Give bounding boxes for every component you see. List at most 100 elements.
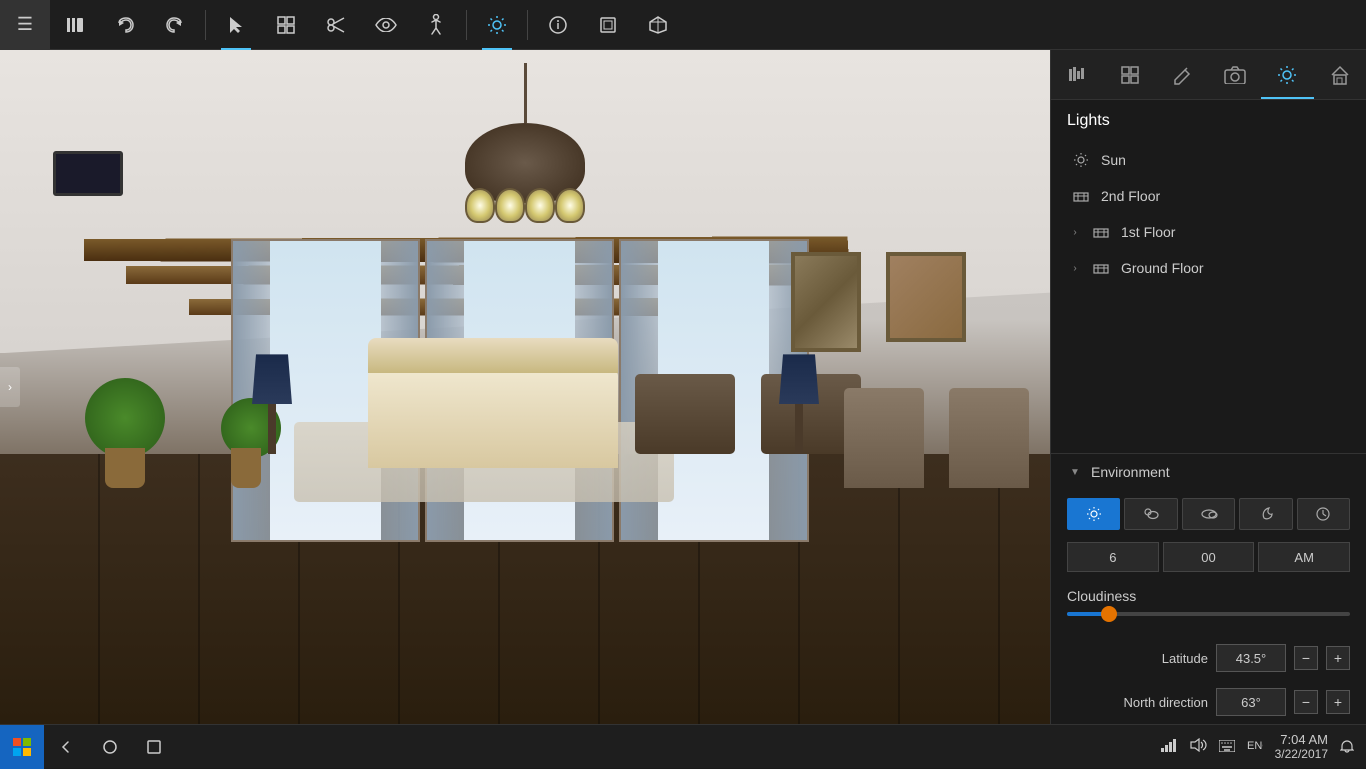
- side-expand-arrow[interactable]: ›: [0, 367, 20, 407]
- scissor-icon[interactable]: [311, 0, 361, 50]
- partly-cloudy-btn[interactable]: [1124, 498, 1177, 530]
- home-taskbar-icon[interactable]: [88, 725, 132, 769]
- objects-icon[interactable]: [261, 0, 311, 50]
- volume-taskbar-icon[interactable]: [1189, 738, 1207, 755]
- sofa-back: [368, 338, 618, 373]
- light-item-1st-floor[interactable]: › 1st Floor: [1051, 214, 1366, 250]
- plant-pot-1: [105, 448, 145, 488]
- floor-light-icon-1: [1091, 222, 1111, 242]
- lamp-shade-1: [252, 354, 292, 404]
- time-minute-input[interactable]: 00: [1163, 542, 1255, 572]
- chandelier-bulb-1: [465, 188, 495, 223]
- environment-header[interactable]: ▼ Environment: [1051, 454, 1366, 490]
- cloudiness-thumb[interactable]: [1101, 606, 1117, 622]
- time-hour-value: 6: [1109, 550, 1116, 565]
- cloudiness-section: Cloudiness: [1051, 576, 1366, 636]
- day-btn[interactable]: [1067, 498, 1120, 530]
- keyboard-taskbar-icon[interactable]: [1219, 739, 1235, 755]
- right-panel: Lights Sun: [1050, 50, 1366, 724]
- viewport[interactable]: ›: [0, 50, 1050, 724]
- clock-btn[interactable]: [1297, 498, 1350, 530]
- environment-title: Environment: [1091, 464, 1170, 480]
- svg-text:ENG: ENG: [1247, 740, 1263, 752]
- latitude-input[interactable]: 43.5°: [1216, 644, 1286, 672]
- tab-lights[interactable]: [1261, 50, 1314, 99]
- light-item-sun[interactable]: Sun: [1051, 142, 1366, 178]
- taskbar-time: 7:04 AM 3/22/2017: [1275, 732, 1328, 761]
- tab-edit[interactable]: [1156, 50, 1209, 99]
- chandelier-bulb-3: [525, 188, 555, 223]
- eye-icon[interactable]: [361, 0, 411, 50]
- plant-leaves-1: [85, 378, 165, 458]
- panel-tabs: [1051, 50, 1366, 100]
- cube-icon[interactable]: [633, 0, 683, 50]
- walk-icon[interactable]: [411, 0, 461, 50]
- night-btn[interactable]: [1239, 498, 1292, 530]
- latitude-label: Latitude: [1067, 651, 1208, 666]
- lamp-2: [779, 354, 819, 454]
- painting-2: [886, 252, 966, 342]
- time-hour-input[interactable]: 6: [1067, 542, 1159, 572]
- plant-1: [105, 378, 165, 488]
- network-taskbar-icon[interactable]: [1161, 738, 1177, 755]
- floor-light-icon-ground: [1091, 258, 1111, 278]
- light-item-2nd-label: 2nd Floor: [1101, 188, 1160, 204]
- time-ampm-input[interactable]: AM: [1258, 542, 1350, 572]
- tab-settings[interactable]: [1051, 50, 1104, 99]
- date-display: 3/22/2017: [1275, 747, 1328, 761]
- cloudiness-label: Cloudiness: [1067, 588, 1350, 604]
- north-decrease-btn[interactable]: −: [1294, 690, 1318, 714]
- lamp-base-1: [268, 404, 276, 454]
- dining-chair-1: [949, 388, 1029, 488]
- lights-section: Lights Sun: [1051, 100, 1366, 286]
- latitude-increase-btn[interactable]: +: [1326, 646, 1350, 670]
- library-icon[interactable]: [50, 0, 100, 50]
- multitask-taskbar-icon[interactable]: [132, 725, 176, 769]
- notification-icon[interactable]: [1340, 740, 1354, 754]
- chandelier-body: [465, 123, 585, 203]
- time-display: 7:04 AM: [1275, 732, 1328, 747]
- menu-icon[interactable]: ☰: [0, 0, 50, 50]
- north-increase-btn[interactable]: +: [1326, 690, 1350, 714]
- light-item-ground-label: Ground Floor: [1121, 260, 1203, 276]
- back-taskbar-icon[interactable]: [44, 725, 88, 769]
- tab-camera[interactable]: [1209, 50, 1262, 99]
- lamp-shade-2: [779, 354, 819, 404]
- taskbar: ENG 7:04 AM 3/22/2017: [0, 724, 1366, 768]
- north-direction-input[interactable]: 63°: [1216, 688, 1286, 716]
- environment-section: ▼ Environment: [1051, 453, 1366, 724]
- expand-arrow-ground: ›: [1067, 260, 1083, 276]
- tab-floor[interactable]: [1104, 50, 1157, 99]
- tab-home[interactable]: [1314, 50, 1366, 99]
- latitude-row: Latitude 43.5° − +: [1051, 636, 1366, 680]
- dining-chair-2: [844, 388, 924, 488]
- light-item-sun-label: Sun: [1101, 152, 1126, 168]
- frame-icon[interactable]: [583, 0, 633, 50]
- start-button[interactable]: [0, 725, 44, 769]
- time-preset-buttons: [1051, 490, 1366, 538]
- light-item-2nd-floor[interactable]: 2nd Floor: [1051, 178, 1366, 214]
- chandelier-rod: [524, 63, 527, 123]
- undo-icon[interactable]: [100, 0, 150, 50]
- chandelier-bulb-2: [495, 188, 525, 223]
- time-inputs: 6 00 AM: [1051, 538, 1366, 576]
- painting-1: [791, 252, 861, 352]
- input-method-icon[interactable]: ENG: [1247, 738, 1263, 755]
- info-icon[interactable]: [533, 0, 583, 50]
- select-icon[interactable]: [211, 0, 261, 50]
- light-item-1st-label: 1st Floor: [1121, 224, 1175, 240]
- armchair-1: [635, 374, 735, 454]
- chandelier: [445, 63, 605, 203]
- cloudiness-slider[interactable]: [1067, 612, 1350, 616]
- cloudy-btn[interactable]: [1182, 498, 1235, 530]
- expand-arrow-1st: ›: [1067, 224, 1083, 240]
- light-item-ground-floor[interactable]: › Ground Floor: [1051, 250, 1366, 286]
- lamp-1: [252, 354, 292, 454]
- time-minute-value: 00: [1201, 550, 1215, 565]
- tv: [53, 151, 123, 196]
- redo-icon[interactable]: [150, 0, 200, 50]
- sun-icon[interactable]: [472, 0, 522, 50]
- latitude-decrease-btn[interactable]: −: [1294, 646, 1318, 670]
- time-ampm-value: AM: [1294, 550, 1314, 565]
- panel-spacer: [1051, 286, 1366, 453]
